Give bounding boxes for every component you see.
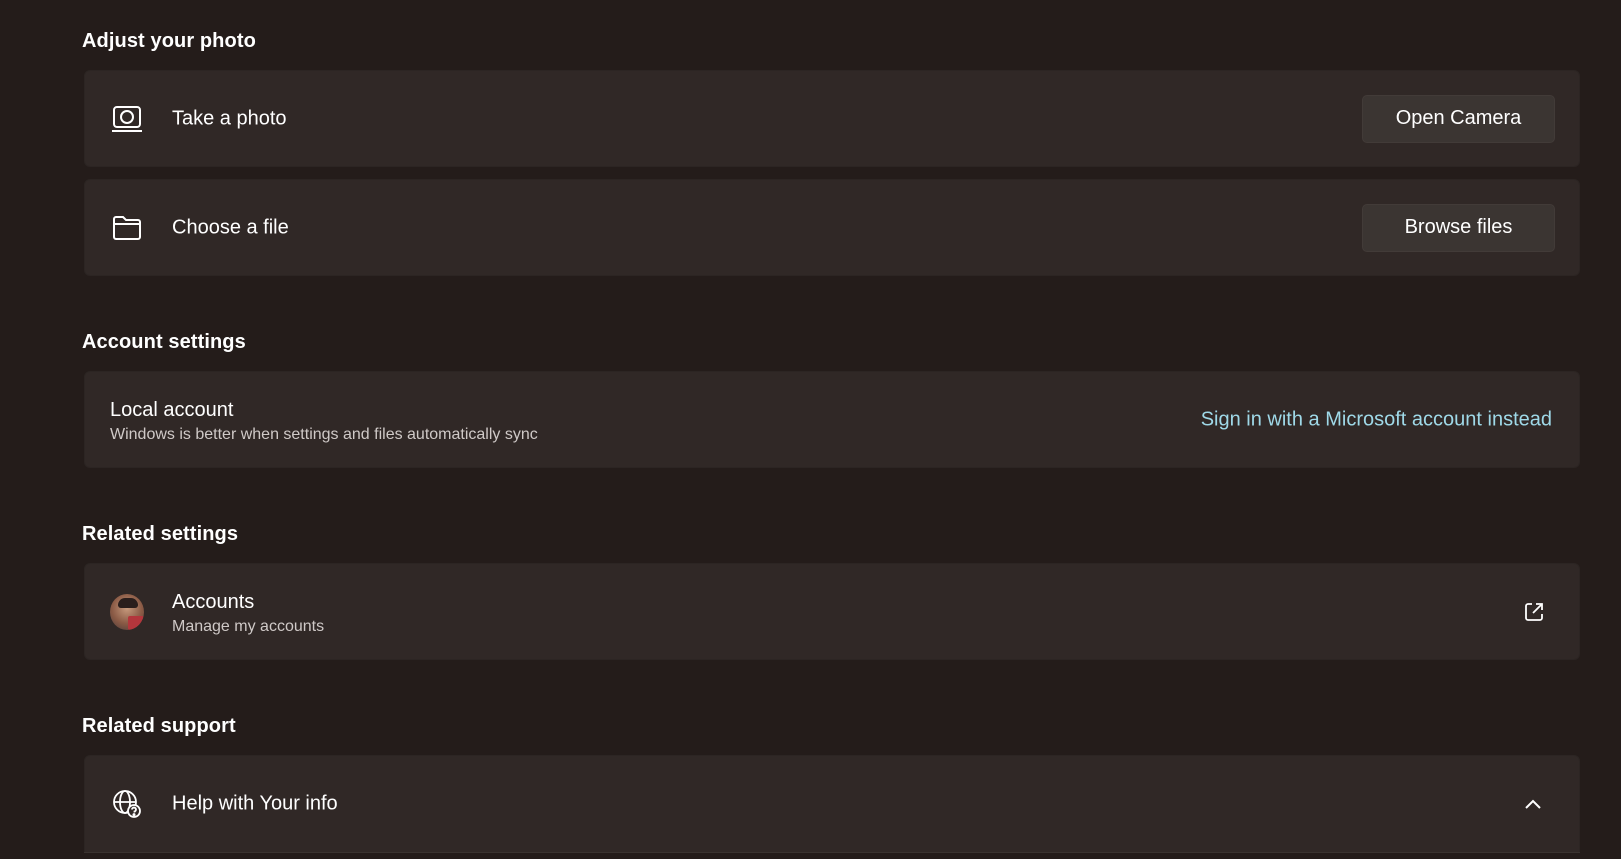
- take-photo-card: Take a photo Open Camera: [84, 70, 1580, 167]
- local-account-label: Local account: [110, 399, 234, 421]
- folder-icon: [110, 211, 144, 245]
- section-title-related-settings: Related settings: [82, 523, 239, 545]
- accounts-label: Accounts: [172, 591, 255, 613]
- accounts-text: Accounts Manage my accounts: [172, 590, 324, 638]
- card-divider: [84, 852, 1580, 853]
- accounts-description: Manage my accounts: [172, 618, 325, 635]
- take-photo-label: Take a photo: [172, 107, 287, 129]
- section-title-account-settings: Account settings: [82, 331, 246, 353]
- chevron-up-icon[interactable]: [1523, 797, 1543, 811]
- local-account-description: Windows is better when settings and file…: [110, 426, 538, 443]
- choose-file-label: Choose a file: [172, 216, 289, 238]
- open-camera-button[interactable]: Open Camera: [1362, 94, 1555, 143]
- sign-in-microsoft-link[interactable]: Sign in with a Microsoft account instead: [1201, 408, 1552, 431]
- user-avatar: [110, 593, 144, 630]
- local-account-card: Local account Windows is better when set…: [84, 371, 1580, 468]
- section-title-adjust-photo: Adjust your photo: [82, 30, 256, 52]
- avatar: [110, 593, 144, 630]
- help-your-info-card[interactable]: Help with Your info: [84, 755, 1580, 853]
- choose-file-card: Choose a file Browse files: [84, 179, 1580, 276]
- settings-page: Adjust your photo Take a photo Open Came…: [0, 0, 1621, 859]
- section-title-related-support: Related support: [82, 715, 236, 737]
- local-account-text: Local account Windows is better when set…: [110, 398, 538, 446]
- camera-icon: [110, 102, 144, 136]
- accounts-card[interactable]: Accounts Manage my accounts: [84, 563, 1580, 660]
- open-external-icon[interactable]: [1523, 601, 1545, 623]
- help-your-info-label: Help with Your info: [172, 792, 338, 815]
- globe-help-icon: [110, 787, 144, 821]
- browse-files-button[interactable]: Browse files: [1362, 203, 1555, 252]
